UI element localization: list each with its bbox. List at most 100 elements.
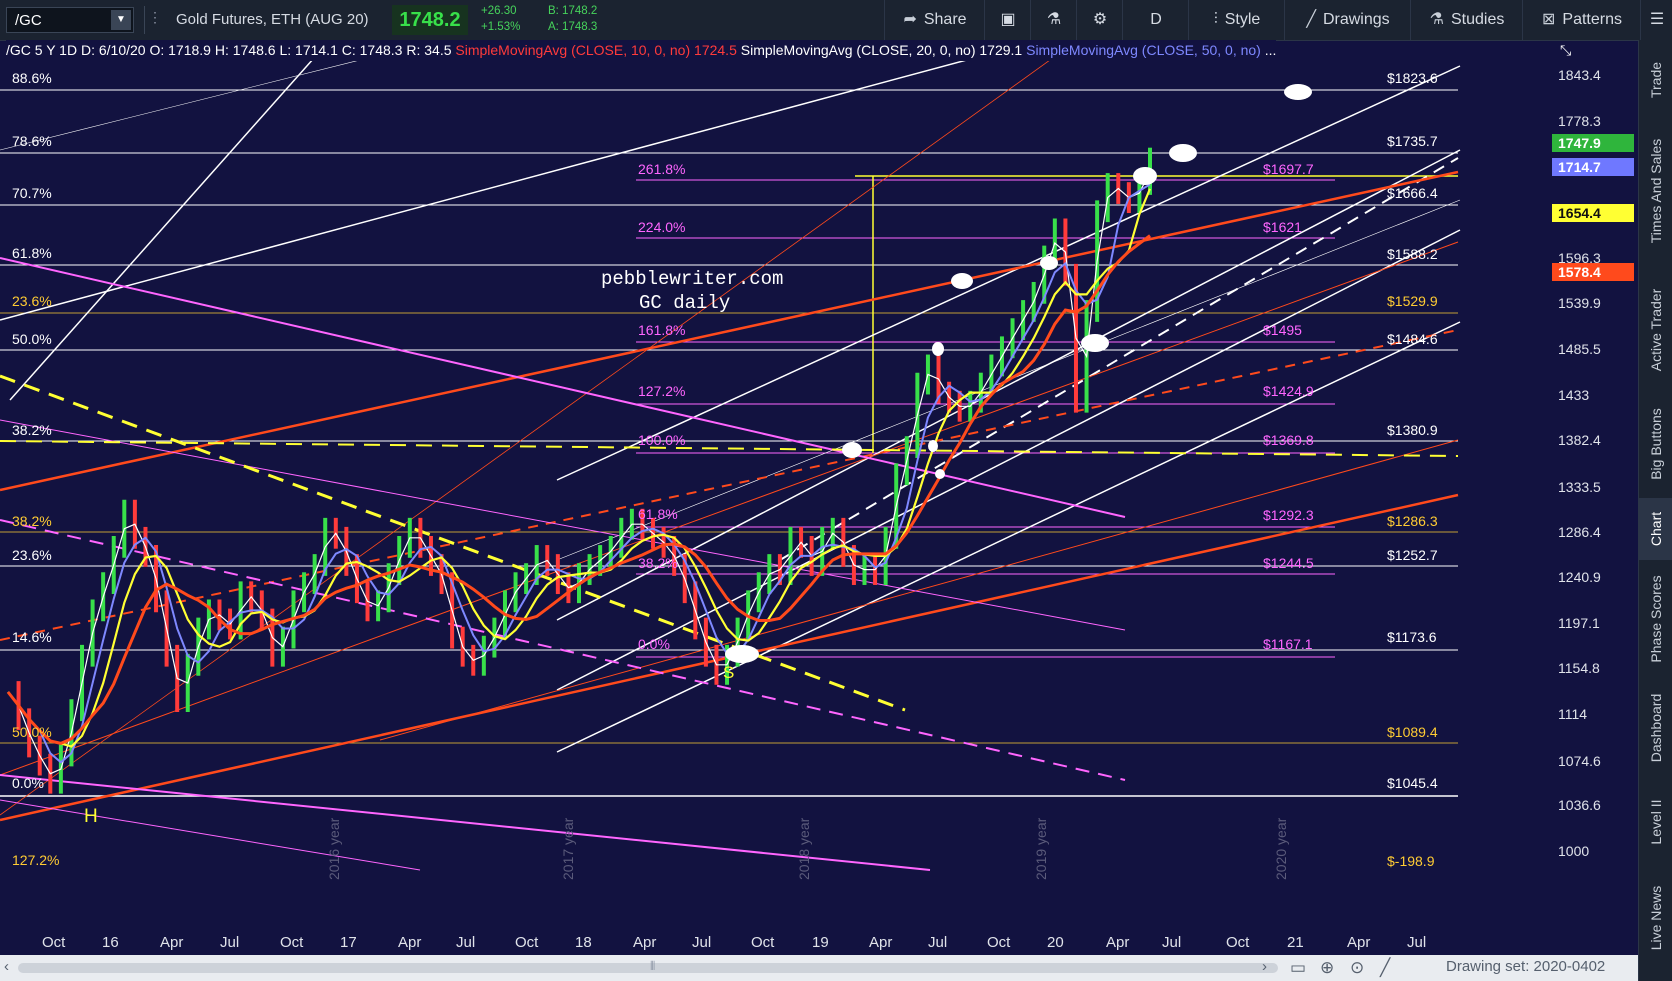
scroll-grip-icon: ⦀ <box>650 959 656 973</box>
price-tick: 1197.1 <box>1558 615 1600 631</box>
symbol-dropdown-icon[interactable]: ▼ <box>111 10 131 30</box>
fib-level-label: 78.6% <box>12 133 52 149</box>
side-tab-label: Trade <box>1648 61 1664 99</box>
fib-level-label: 23.6% <box>12 293 52 309</box>
side-tab-label: Active Trader <box>1648 288 1664 372</box>
side-tab[interactable]: Dashboard <box>1639 678 1672 778</box>
drawings-button[interactable]: ╱ Drawings <box>1284 0 1411 40</box>
time-tick: 19 <box>812 934 829 951</box>
sma20-label[interactable]: SimpleMovingAvg (CLOSE, 20, 0, no) <box>741 42 976 58</box>
shoulder-label: S <box>723 663 735 682</box>
time-tick: Apr <box>1106 934 1130 951</box>
fib-price-label: $1484.6 <box>1387 331 1438 347</box>
candles-icon: ⫶ <box>1213 11 1218 28</box>
lab-button[interactable]: ⚗ <box>1030 0 1077 40</box>
price-tick: 1333.5 <box>1558 479 1601 495</box>
pivot-marker <box>1133 167 1157 185</box>
pivot-marker <box>932 342 944 356</box>
side-tab-label: Chart <box>1648 511 1664 547</box>
sma50-label[interactable]: SimpleMovingAvg (CLOSE, 50, 0, no) <box>1026 42 1261 58</box>
fib-price-label: $1252.7 <box>1387 547 1438 563</box>
share-button[interactable]: ➦ Share <box>884 0 985 40</box>
fib-price-label: $1495 <box>1263 322 1302 338</box>
price-tick: 1485.5 <box>1558 341 1601 357</box>
horizontal-scrollbar[interactable] <box>18 963 1278 973</box>
hamburger-menu-icon: ☰ <box>1649 11 1665 28</box>
settings-button[interactable]: ⚙ <box>1076 0 1123 40</box>
side-tab[interactable]: Trade <box>1639 48 1672 112</box>
patterns-label: Patterns <box>1562 11 1622 28</box>
share-icon: ➦ <box>903 11 917 28</box>
last-price: 1748.2 <box>392 5 468 35</box>
pivot-marker <box>928 440 938 452</box>
side-tab[interactable]: Level II <box>1639 778 1672 866</box>
top-toolbar: /GC ▼ ⋮ Gold Futures, ETH (AUG 20) 1748.… <box>0 0 1672 41</box>
price-tag: 1714.7 <box>1552 158 1634 176</box>
side-tab[interactable]: Active Trader <box>1639 270 1672 390</box>
side-tab-label: Dashboard <box>1648 693 1664 763</box>
side-tab[interactable]: Times And Sales <box>1639 112 1672 270</box>
fib-extension-label: 100.0% <box>638 432 686 448</box>
side-tab[interactable]: Chart <box>1639 498 1672 560</box>
studies-button[interactable]: ⚗ Studies <box>1410 0 1523 40</box>
fib-price-label: $1244.5 <box>1263 555 1314 571</box>
timeframe-button[interactable]: D <box>1122 0 1189 40</box>
fib-extension-label: 161.8% <box>638 322 686 338</box>
pivot-marker <box>842 442 862 458</box>
sma10-label[interactable]: SimpleMovingAvg (CLOSE, 10, 0, no) <box>455 42 690 58</box>
more-studies[interactable]: ... <box>1265 42 1277 58</box>
drawing-line-icon[interactable]: ╱ <box>1380 958 1390 978</box>
symbol-input[interactable]: /GC ▼ <box>6 7 134 33</box>
fib-level-label: 0.0% <box>12 775 44 791</box>
fib-price-label: $1167.1 <box>1263 636 1313 652</box>
crosshair-icon[interactable]: ⊕ <box>1320 958 1334 978</box>
fib-price-label: $-198.9 <box>1387 853 1435 869</box>
price-tag: 1578.4 <box>1552 263 1634 281</box>
price-tick: 1114 <box>1558 706 1588 722</box>
scroll-left-icon[interactable]: ‹ <box>4 958 9 975</box>
studies-icon: ⚗ <box>1429 11 1444 28</box>
pivot-marker <box>1081 334 1109 352</box>
fib-level-label: 88.6% <box>12 70 52 86</box>
snapshot-button[interactable]: ▣ <box>984 0 1031 40</box>
chart-tools-icon[interactable]: ▭ <box>1290 958 1306 978</box>
time-tick: 17 <box>340 934 357 951</box>
side-tab[interactable]: Phase Scores <box>1639 560 1672 678</box>
time-tick: 21 <box>1287 934 1304 951</box>
price-chart[interactable] <box>0 61 1552 931</box>
fib-extension-label: 0.0% <box>638 636 670 652</box>
time-tick: Oct <box>751 934 775 951</box>
menu-button[interactable]: ☰ <box>1640 0 1672 40</box>
share-label: Share <box>923 11 967 28</box>
style-button[interactable]: ⫶ Style <box>1188 0 1285 40</box>
price-tick: 1036.6 <box>1558 797 1601 813</box>
scroll-right-icon[interactable]: › <box>1262 958 1267 975</box>
price-tick: 1433 <box>1558 387 1590 403</box>
collapse-icon[interactable]: ⤡ <box>1560 42 1571 59</box>
side-tab[interactable]: Live News <box>1639 866 1672 970</box>
patterns-button[interactable]: ⊠ Patterns <box>1522 0 1641 40</box>
sma10-value: 1724.5 <box>694 42 737 58</box>
time-tick: Oct <box>1226 934 1250 951</box>
fib-price-label: $1380.9 <box>1387 422 1438 438</box>
time-tick: Jul <box>1162 934 1182 951</box>
time-tick: Jul <box>456 934 476 951</box>
drag-handle-icon[interactable]: ⋮ <box>148 9 162 26</box>
drawing-set[interactable]: Drawing set: 2020-0402 <box>1446 958 1605 975</box>
price-tick: 1286.4 <box>1558 524 1601 540</box>
side-tab[interactable]: Big Buttons <box>1639 390 1672 498</box>
zoom-icon[interactable]: ⊙ <box>1350 958 1364 978</box>
fib-level-label: 23.6% <box>12 547 52 563</box>
time-tick: 20 <box>1047 934 1064 951</box>
time-tick: Jul <box>692 934 712 951</box>
time-tick: Jul <box>220 934 240 951</box>
fib-price-label: $1089.4 <box>1387 724 1438 740</box>
year-marker: 2018 year <box>796 817 812 880</box>
year-marker: 2020 year <box>1273 817 1289 880</box>
fib-price-label: $1286.3 <box>1387 513 1438 529</box>
fib-level-label: 14.6% <box>12 629 52 645</box>
bar-range: R: 34.5 <box>406 42 452 58</box>
fib-price-label: $1173.6 <box>1387 629 1437 645</box>
studies-label: Studies <box>1450 11 1505 28</box>
fib-price-label: $1045.4 <box>1387 775 1438 791</box>
